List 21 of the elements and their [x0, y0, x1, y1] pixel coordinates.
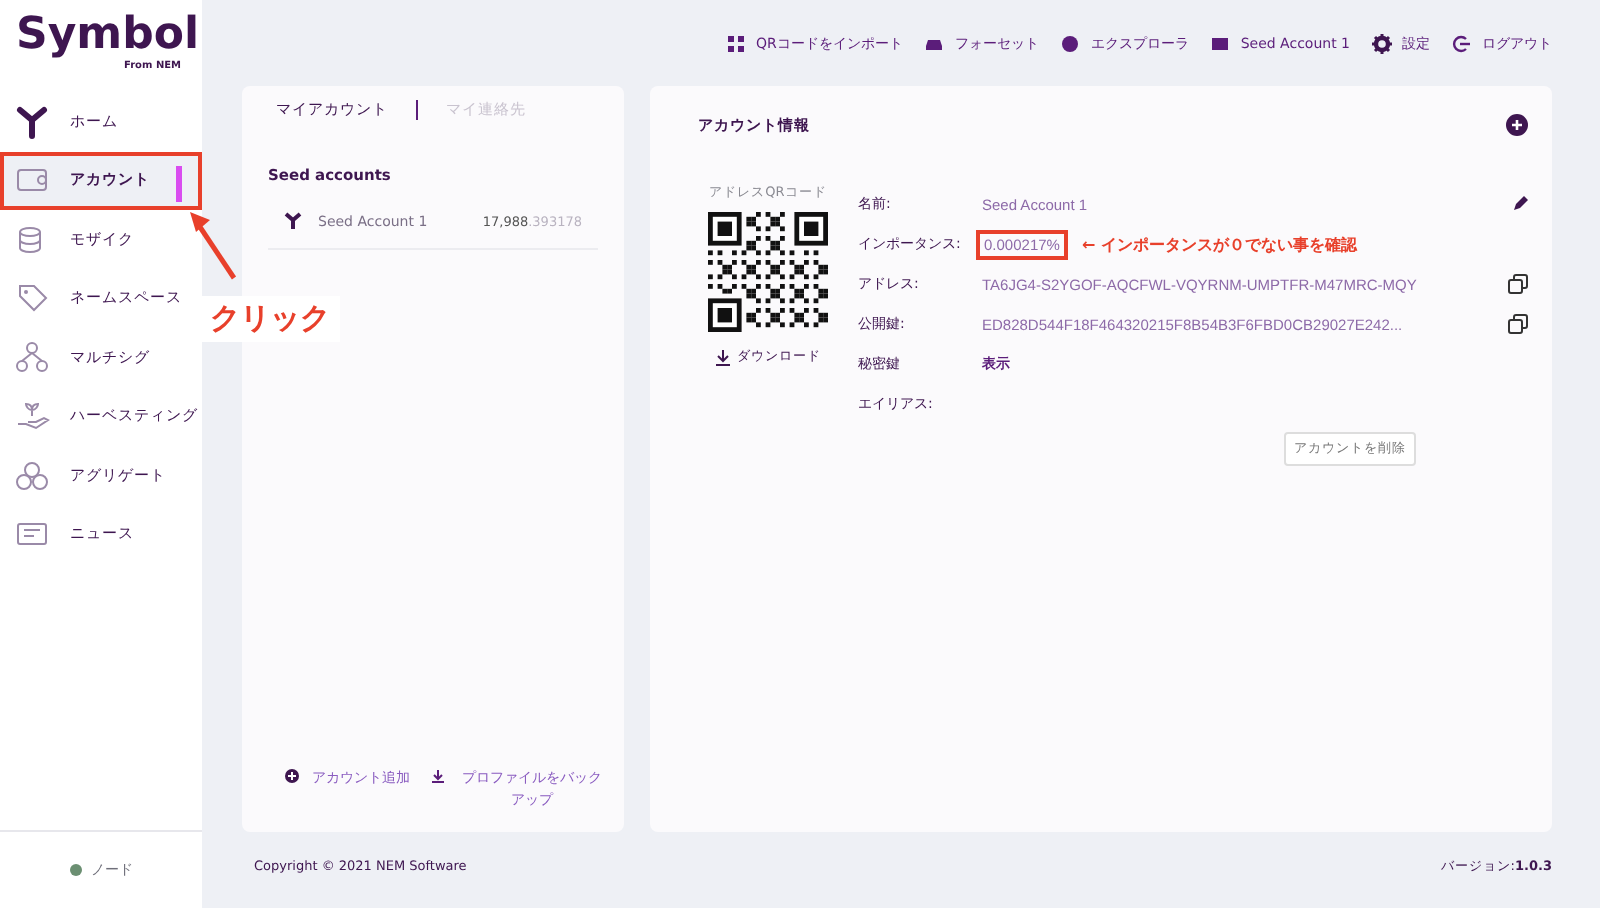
plus-circle-icon — [284, 768, 300, 786]
qr-code-icon — [725, 33, 746, 53]
plus-circle-icon — [1506, 114, 1528, 136]
add-button[interactable] — [1506, 114, 1528, 136]
network-icon — [14, 339, 50, 376]
annotation-note: ← インポータンスが０でない事を確認 — [1081, 233, 1357, 255]
logout-icon — [1452, 33, 1472, 53]
download-icon — [430, 768, 446, 786]
arrow — [190, 212, 242, 284]
qr-code — [708, 212, 828, 332]
pencil-icon[interactable] — [1512, 196, 1528, 212]
active-indicator — [176, 165, 182, 201]
hand-plant-icon — [14, 398, 50, 435]
tag-icon — [14, 280, 50, 317]
symbol-logo-icon — [284, 212, 302, 230]
annotation-label: クリック — [200, 296, 340, 342]
download-icon — [715, 349, 729, 365]
circles-icon — [14, 457, 50, 494]
settings-icon — [1372, 33, 1392, 53]
symbol-logo-icon — [14, 103, 50, 140]
logo-text: Symbol — [16, 12, 200, 60]
